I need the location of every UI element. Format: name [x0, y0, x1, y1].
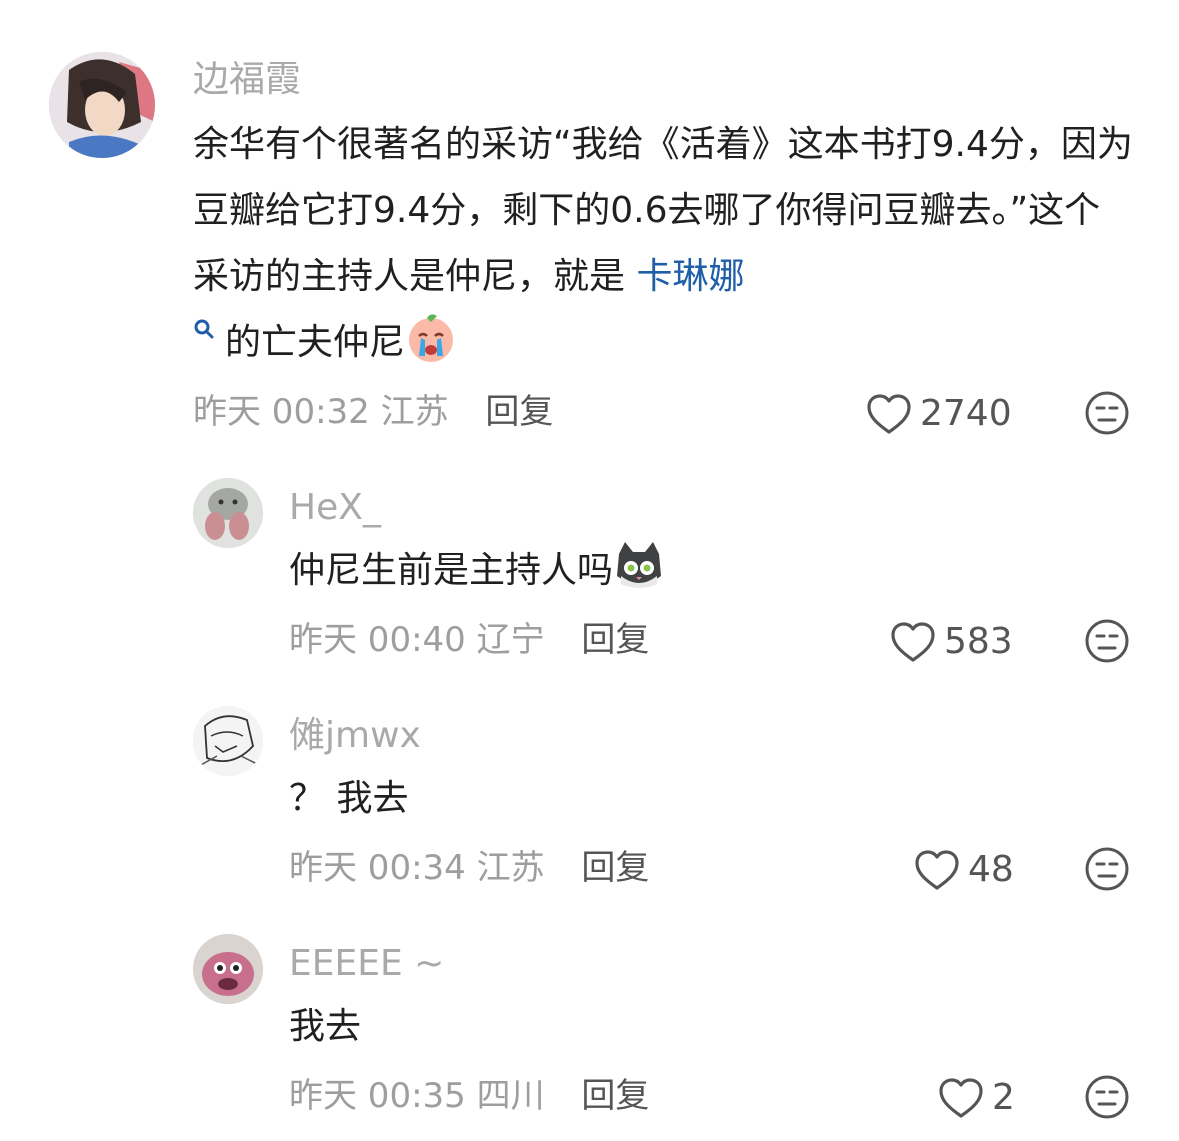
like-count: 2740	[920, 393, 1012, 434]
like-count: 2	[992, 1077, 1015, 1118]
comment-location: 江苏	[476, 848, 545, 888]
crying-face-emoji	[409, 314, 454, 362]
cat-face-emoji	[617, 542, 662, 588]
comment-username[interactable]: 边福霞	[193, 58, 301, 102]
reply-button[interactable]: 回复	[581, 1076, 649, 1116]
comment-location: 江苏	[380, 392, 449, 432]
comment-text-body: 仲尼生前是主持人吗	[289, 550, 614, 591]
search-icon[interactable]	[193, 318, 215, 340]
like-button[interactable]: 583	[890, 620, 1013, 664]
mention-link[interactable]: 卡琳娜	[636, 256, 744, 297]
comment-text: ？ 我去	[289, 766, 1129, 832]
comment-location: 辽宁	[476, 620, 545, 660]
comment-username[interactable]: 傩jmwx	[289, 714, 421, 758]
avatar[interactable]	[193, 706, 263, 776]
unamused-face-icon[interactable]	[1084, 390, 1130, 436]
comment-text: 余华有个很著名的采访“我给《活着》这本书打9.4分，因为豆瓣给它打9.4分，剩下…	[193, 112, 1133, 376]
avatar[interactable]	[49, 52, 155, 158]
like-button[interactable]: 48	[914, 848, 1014, 892]
unamused-face-icon[interactable]	[1084, 846, 1130, 892]
comment-text-body: ？ 我去	[289, 778, 409, 819]
like-count: 48	[968, 849, 1014, 890]
comment-time: 昨天 00:32	[193, 392, 370, 432]
mention-link-label[interactable]: 卡琳娜	[636, 256, 744, 297]
comment-text-suffix: 的亡夫仲尼	[225, 322, 406, 363]
unamused-face-icon[interactable]	[1084, 1074, 1130, 1120]
comment-meta: 昨天 00:35 四川 回复	[289, 1074, 649, 1118]
comment-text: 仲尼生前是主持人吗	[289, 538, 1129, 604]
reply-button[interactable]: 回复	[581, 620, 649, 660]
comment-text: 我去	[289, 994, 1129, 1060]
like-button[interactable]: 2740	[866, 392, 1012, 436]
avatar[interactable]	[193, 934, 263, 1004]
comment-username[interactable]: HeX_	[289, 486, 381, 530]
comment-time: 昨天 00:40	[289, 620, 466, 660]
comment-location: 四川	[476, 1076, 545, 1116]
heart-icon	[939, 1078, 983, 1118]
like-button[interactable]: 2	[938, 1076, 1015, 1120]
comment-username[interactable]: EEEEE ~	[289, 942, 444, 986]
heart-icon	[915, 850, 959, 890]
like-count: 583	[944, 621, 1013, 662]
comment-time: 昨天 00:35	[289, 1076, 466, 1116]
reply-button[interactable]: 回复	[581, 848, 649, 888]
comment-meta: 昨天 00:32 江苏 回复	[193, 390, 553, 434]
heart-icon	[891, 622, 935, 662]
heart-icon	[867, 394, 911, 434]
comment-time: 昨天 00:34	[289, 848, 466, 888]
avatar[interactable]	[193, 478, 263, 548]
reply-button[interactable]: 回复	[485, 392, 553, 432]
unamused-face-icon[interactable]	[1084, 618, 1130, 664]
comment-meta: 昨天 00:40 辽宁 回复	[289, 618, 649, 662]
comment-text-body: 我去	[289, 1006, 362, 1047]
comment-meta: 昨天 00:34 江苏 回复	[289, 846, 649, 890]
